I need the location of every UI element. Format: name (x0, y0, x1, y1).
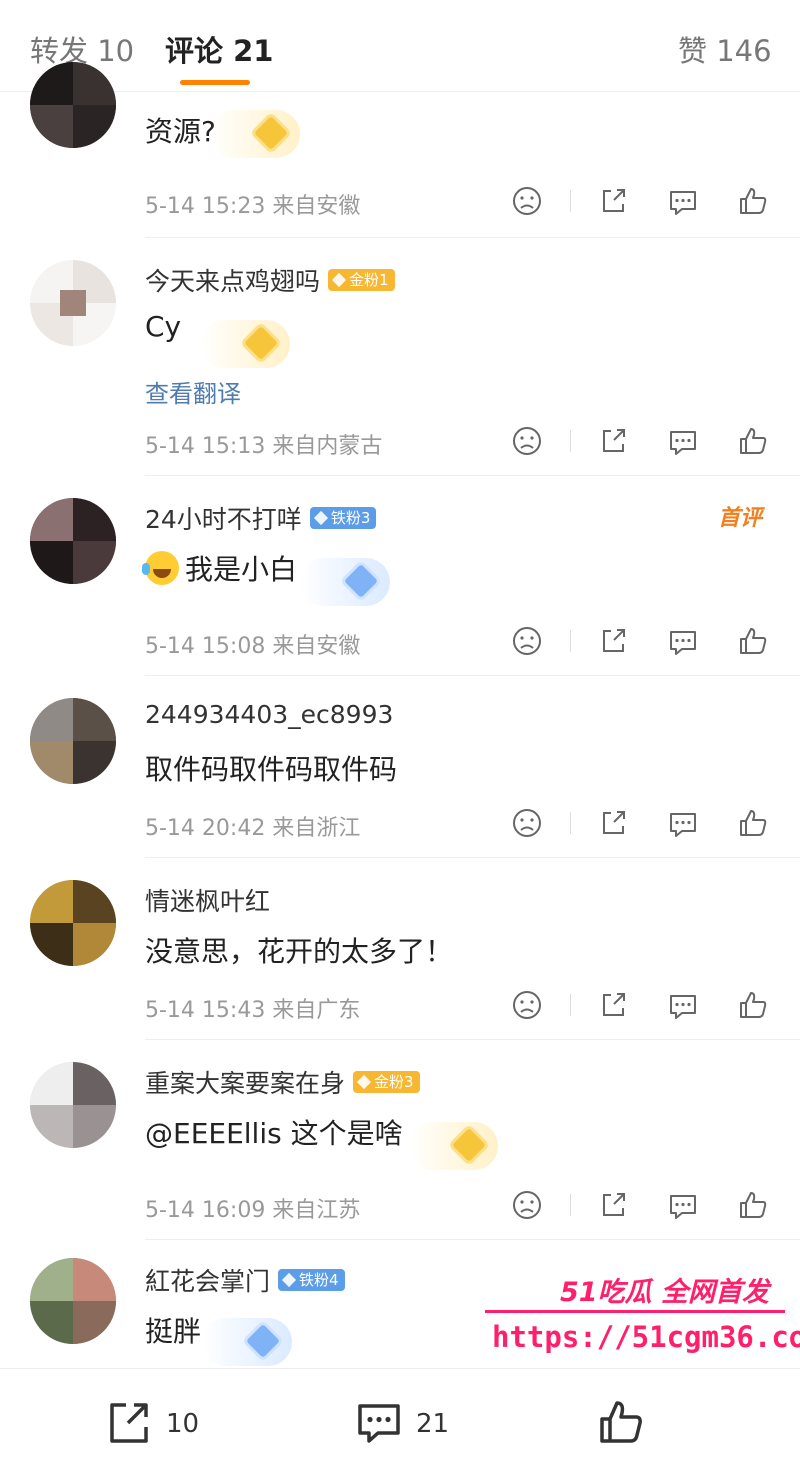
username[interactable]: 今天来点鸡翅吗 金粉1 (145, 262, 395, 298)
comment-item: 今天来点鸡翅吗 金粉1 Cy 查看翻译 5-14 15:13 来自内蒙古 (0, 238, 800, 476)
reply-icon[interactable] (666, 424, 700, 458)
like-icon (596, 1397, 646, 1451)
comment-text: @EEEEllis 这个是啥 (145, 1117, 403, 1150)
comment-meta: 5-14 15:43 来自广东 (145, 998, 361, 1023)
comment-meta: 5-14 15:23 来自安徽 (145, 194, 361, 219)
gold-sticker-icon (408, 1122, 498, 1170)
comment-actions (500, 988, 790, 1022)
avatar[interactable] (30, 698, 116, 784)
share-icon[interactable] (596, 988, 630, 1022)
reply-icon[interactable] (666, 184, 700, 218)
comment-actions (500, 624, 790, 658)
comment-count: 21 (416, 1409, 450, 1439)
comment-item: 24小时不打咩 铁粉3 首评 我是小白 5-14 15:08 来自安徽 (0, 476, 800, 676)
like-icon[interactable] (736, 424, 770, 458)
like-button[interactable] (596, 1399, 646, 1449)
repost-button[interactable]: 10 (104, 1399, 199, 1449)
avatar[interactable] (30, 880, 116, 966)
first-comment-tag: 首评 (718, 506, 763, 531)
fan-badge: 金粉1 (328, 269, 395, 291)
reply-icon[interactable] (666, 988, 700, 1022)
comment-tabs: 转发 10 评论 21 赞 146 (0, 0, 800, 92)
comment-actions (500, 1188, 790, 1222)
avatar[interactable] (30, 62, 116, 148)
share-icon[interactable] (596, 624, 630, 658)
fan-badge: 金粉3 (353, 1071, 420, 1093)
dislike-icon[interactable] (510, 624, 544, 658)
watermark-title: 51吃瓜 全网首发 (560, 1277, 769, 1308)
comment-actions (500, 184, 790, 218)
comment-meta: 5-14 16:09 来自江苏 (145, 1198, 361, 1223)
comment-text: 我是小白 (142, 548, 297, 588)
comment-meta: 5-14 15:08 来自安徽 (145, 634, 361, 659)
comment-text: Cy (145, 310, 182, 343)
share-icon[interactable] (596, 1188, 630, 1222)
tab-likes[interactable]: 赞 146 (678, 28, 772, 70)
dislike-icon[interactable] (510, 1188, 544, 1222)
dislike-icon[interactable] (510, 806, 544, 840)
avatar[interactable] (30, 260, 116, 346)
repost-count: 10 (166, 1409, 200, 1439)
reply-icon[interactable] (666, 624, 700, 658)
like-icon[interactable] (736, 624, 770, 658)
reply-icon[interactable] (666, 806, 700, 840)
comment-actions (500, 806, 790, 840)
comment-meta: 5-14 15:13 来自内蒙古 (145, 434, 383, 459)
tab-comments[interactable]: 评论 21 (165, 28, 273, 70)
comment-text: 资源? (145, 115, 216, 148)
blue-sticker-icon (300, 558, 390, 606)
comment-icon (354, 1397, 404, 1451)
username[interactable]: 24小时不打咩 铁粉3 (145, 500, 377, 536)
share-icon[interactable] (596, 424, 630, 458)
laugh-cry-emoji-icon (142, 551, 179, 585)
share-icon[interactable] (596, 184, 630, 218)
dislike-icon[interactable] (510, 988, 544, 1022)
like-icon[interactable] (736, 988, 770, 1022)
comment-actions (500, 424, 790, 458)
username[interactable]: 情迷枫叶红 (145, 882, 270, 918)
active-tab-indicator (180, 80, 250, 85)
fan-badge: 铁粉3 (309, 507, 377, 529)
avatar[interactable] (30, 1258, 116, 1344)
watermark: 51吃瓜 全网首发 https://51cgm36.com (480, 1270, 800, 1370)
comment-button[interactable]: 21 (354, 1399, 449, 1449)
comment-meta: 5-14 20:42 来自浙江 (145, 816, 361, 841)
gold-sticker-icon (200, 320, 290, 368)
repost-icon (104, 1397, 154, 1451)
comment-item: 244934403_ec8993 取件码取件码取件码 5-14 20:42 来自… (0, 676, 800, 858)
share-icon[interactable] (596, 806, 630, 840)
dislike-icon[interactable] (510, 424, 544, 458)
like-icon[interactable] (736, 806, 770, 840)
comment-text: 取件码取件码取件码 (145, 753, 398, 786)
watermark-line (485, 1310, 785, 1313)
reply-icon[interactable] (666, 1188, 700, 1222)
watermark-url: https://51cgm36.com (492, 1320, 800, 1354)
translate-link[interactable]: 查看翻译 (145, 374, 241, 409)
gold-sticker-icon (210, 110, 300, 158)
username[interactable]: 紅花会掌门 铁粉4 (145, 1262, 345, 1298)
comment-item: 资源? 5-14 15:23 来自安徽 (0, 62, 800, 238)
username[interactable]: 重案大案要案在身 金粉3 (145, 1064, 420, 1100)
comment-text: 没意思，花开的太多了！ (145, 935, 454, 968)
bottom-action-bar: 10 21 (0, 1368, 800, 1476)
username[interactable]: 244934403_ec8993 (145, 700, 393, 729)
like-icon[interactable] (736, 184, 770, 218)
fan-badge: 铁粉4 (278, 1269, 345, 1291)
comment-item: 情迷枫叶红 没意思，花开的太多了！ 5-14 15:43 来自广东 (0, 858, 800, 1040)
avatar[interactable] (30, 498, 116, 584)
dislike-icon[interactable] (510, 184, 544, 218)
comment-text: 挺胖 (145, 1315, 202, 1348)
avatar[interactable] (30, 1062, 116, 1148)
comment-item: 重案大案要案在身 金粉3 @EEEEllis 这个是啥 5-14 16:09 来自… (0, 1040, 800, 1240)
like-icon[interactable] (736, 1188, 770, 1222)
blue-sticker-icon (202, 1318, 292, 1366)
